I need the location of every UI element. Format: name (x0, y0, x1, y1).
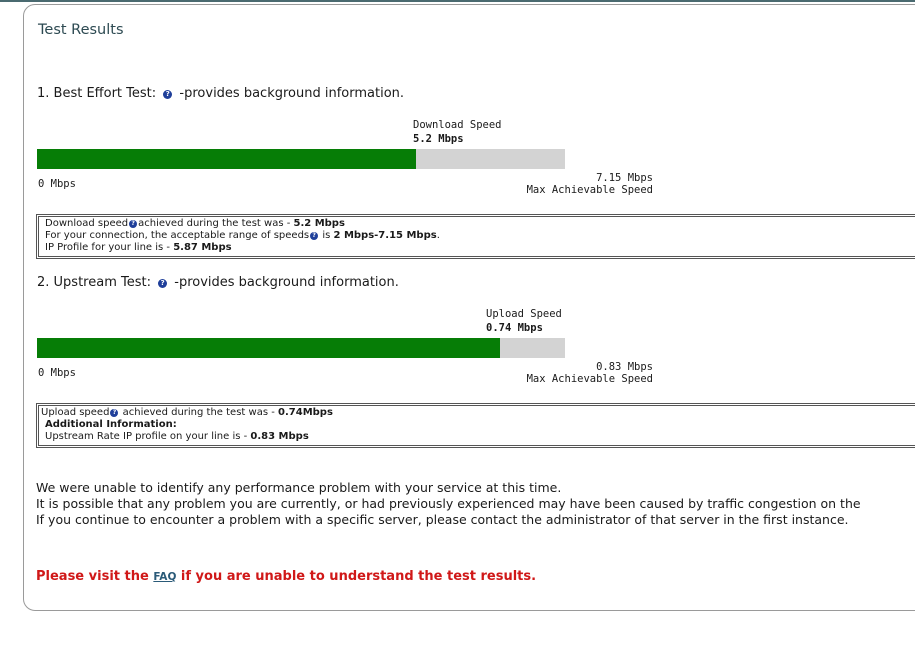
download-max-caption: Max Achievable Speed (526, 184, 653, 196)
download-speed-label: Download Speed 5.2 Mbps (413, 119, 502, 145)
upload-speed-bar-track (37, 338, 565, 358)
upload-max-value: 0.83 Mbps (596, 361, 653, 373)
faq-link[interactable]: FAQ (153, 571, 176, 583)
ip-profile-text: IP Profile for your line is - (45, 242, 174, 253)
download-info-text: achieved during the test was - (138, 218, 294, 229)
download-info-line-2: For your connection, the acceptable rang… (45, 230, 915, 242)
upload-achieved-value: 0.74Mbps (278, 407, 333, 418)
download-achieved-value: 5.2 Mbps (293, 218, 345, 229)
help-icon[interactable]: ? (310, 232, 319, 240)
download-speed-bar-fill (37, 149, 417, 169)
download-speed-title: Download Speed (413, 119, 502, 131)
upload-info-text: achieved during the test was - (119, 407, 279, 418)
upload-speed-title: Upload Speed (486, 308, 562, 320)
upload-info-box: Upload speed? achieved during the test w… (36, 403, 915, 448)
upload-min-label: 0 Mbps (38, 367, 76, 379)
help-icon[interactable]: ? (158, 279, 168, 288)
upload-speed-text: Upload speed (41, 407, 110, 418)
upstream-profile-value: 0.83 Mbps (250, 431, 309, 442)
help-icon[interactable]: ? (129, 220, 138, 228)
upload-speed-value: 0.74 Mbps (486, 322, 543, 334)
best-effort-heading: 1. Best Effort Test: ? -provides backgro… (37, 86, 404, 101)
acceptable-range-is: is (319, 230, 334, 241)
best-effort-heading-label: 1. Best Effort Test: (37, 86, 157, 101)
result-message-3: If you continue to encounter a problem w… (36, 512, 849, 527)
acceptable-range-end: . (436, 230, 440, 241)
upload-info-line-1: Upload speed? achieved during the test w… (41, 407, 915, 419)
help-icon[interactable]: ? (110, 409, 119, 417)
download-info-box: Download speed? achieved during the test … (36, 214, 915, 259)
upload-info-line-2: Additional Information: (41, 419, 915, 431)
upload-max-caption: Max Achievable Speed (526, 373, 653, 385)
upload-speed-label: Upload Speed 0.74 Mbps (486, 308, 562, 334)
upstream-heading: 2. Upstream Test: ? -provides background… (37, 275, 399, 290)
download-info-line-1: Download speed? achieved during the test … (45, 218, 915, 230)
upload-speed-bar-fill (37, 338, 501, 358)
additional-info-heading: Additional Information: (45, 419, 177, 430)
best-effort-heading-desc: -provides background information. (179, 86, 405, 101)
faq-notice-suffix: if you are unable to understand the test… (176, 569, 537, 584)
faq-notice: Please visit the FAQ if you are unable t… (36, 569, 536, 584)
result-message-2: It is possible that any problem you are … (36, 496, 861, 511)
page-title: Test Results (38, 22, 124, 38)
top-border-line (0, 0, 915, 2)
acceptable-range-value: 2 Mbps-7.15 Mbps (333, 230, 437, 241)
download-speed-value: 5.2 Mbps (413, 133, 464, 145)
acceptable-range-text: For your connection, the acceptable rang… (45, 230, 310, 241)
download-info-line-3: IP Profile for your line is - 5.87 Mbps (45, 242, 915, 254)
ip-profile-value: 5.87 Mbps (173, 242, 232, 253)
download-speed-bar-track (37, 149, 565, 169)
faq-notice-prefix: Please visit the (36, 569, 154, 584)
download-speed-text: Download speed (45, 218, 129, 229)
help-icon[interactable]: ? (163, 90, 173, 99)
upstream-heading-desc: -provides background information. (174, 275, 399, 290)
upload-info-line-3: Upstream Rate IP profile on your line is… (41, 431, 915, 443)
download-max-value: 7.15 Mbps (596, 172, 653, 184)
upstream-heading-label: 2. Upstream Test: (37, 275, 151, 290)
result-message-1: We were unable to identify any performan… (36, 480, 562, 495)
upstream-profile-text: Upstream Rate IP profile on your line is… (45, 431, 251, 442)
download-min-label: 0 Mbps (38, 178, 76, 190)
